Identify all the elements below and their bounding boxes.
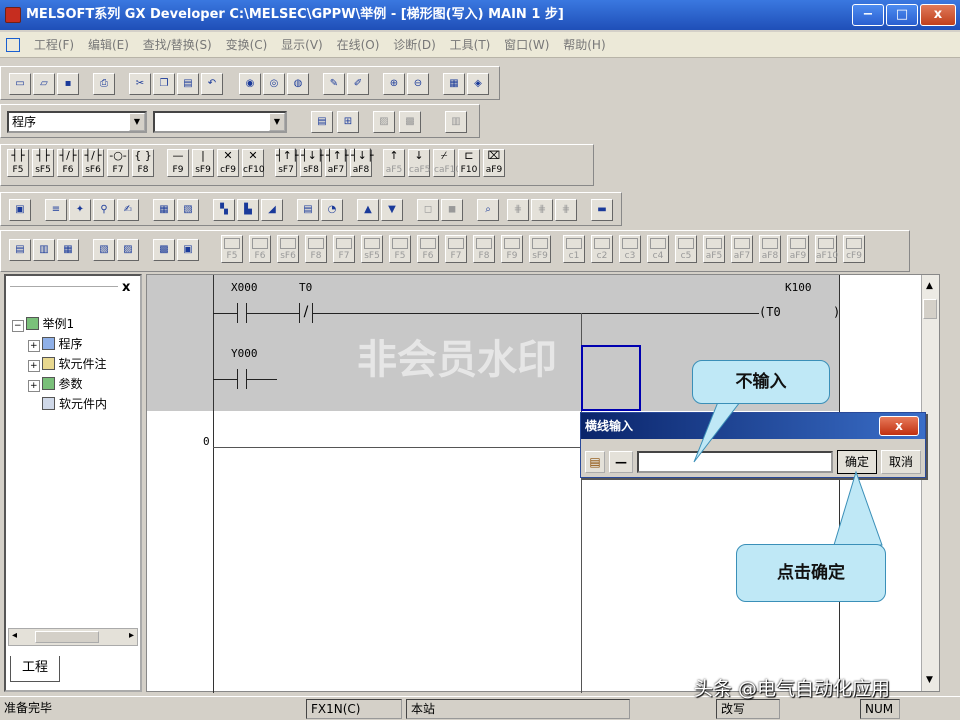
callout-no-input: 不输入 <box>692 360 830 404</box>
status-ready: 准备完毕 <box>4 701 53 715</box>
status-station: 本站 <box>406 699 630 719</box>
callout-pointer-click-ok <box>833 470 883 546</box>
credit-watermark: 头条 @电气自动化应用 <box>694 678 891 700</box>
callout-pointer-no-input <box>693 401 742 463</box>
callout-click-ok: 点击确定 <box>736 544 886 602</box>
status-mode: 改写 <box>716 699 780 719</box>
status-cpu-type: FX1N(C) <box>306 699 402 719</box>
status-num: NUM <box>860 699 900 719</box>
